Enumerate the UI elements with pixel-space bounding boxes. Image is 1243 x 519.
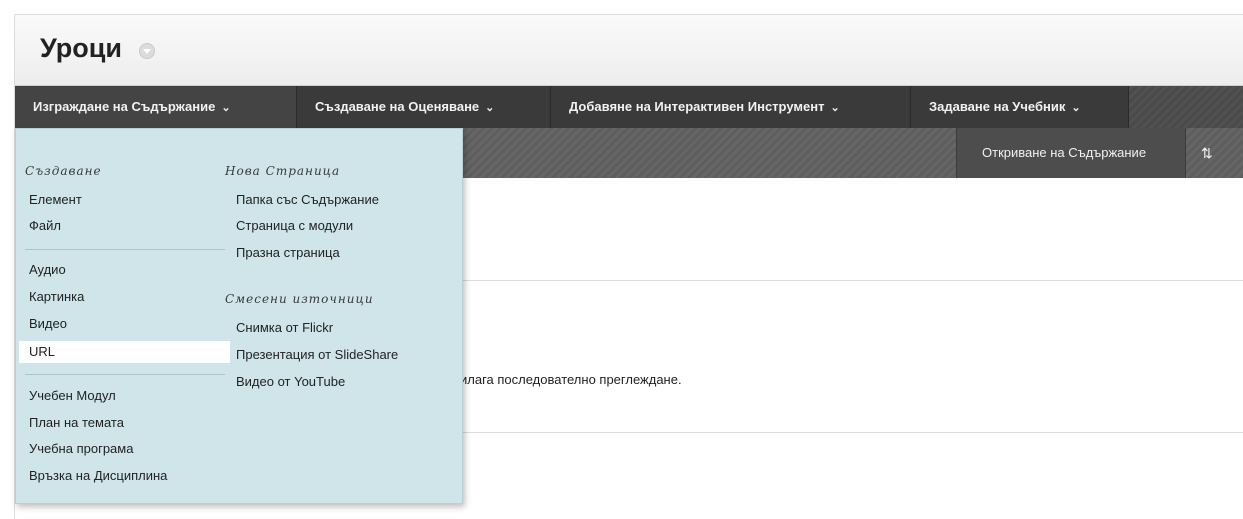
menu-separator [25, 374, 225, 375]
sort-icon[interactable]: ⇅ [1201, 128, 1213, 178]
chevron-down-icon: ⌄ [485, 102, 495, 114]
menu-item-audio[interactable]: Аудио [29, 259, 66, 281]
assign-textbook-label: Задаване на Учебник [929, 99, 1066, 114]
build-content-dropdown: Създаване Елемент Файл Аудио Картинка Ви… [15, 128, 463, 504]
menu-item-course-link[interactable]: Връзка на Дисциплина [29, 465, 167, 487]
build-content-label: Изграждане на Съдържание [33, 99, 216, 114]
create-assessment-menu[interactable]: Създаване на Оценяване ⌄ [297, 86, 551, 128]
page-shell: Уроци Изграждане на Съдържание ⌄ Създаван… [14, 14, 1243, 519]
menu-item-module-page[interactable]: Страница с модули [236, 215, 353, 237]
menu-item-file[interactable]: Файл [29, 215, 61, 237]
chevron-down-icon: ⌄ [221, 102, 231, 114]
menu-item-flickr-photo[interactable]: Снимка от Flickr [236, 317, 333, 339]
add-interactive-tool-label: Добавяне на Интерактивен Инструмент [569, 99, 825, 114]
add-interactive-tool-menu[interactable]: Добавяне на Интерактивен Инструмент ⌄ [551, 86, 911, 128]
chevron-down-icon: ⌄ [830, 102, 840, 114]
menu-item-learning-module[interactable]: Учебен Модул [29, 385, 116, 407]
title-bar: Уроци [15, 15, 1243, 86]
menu-item-video[interactable]: Видео [29, 313, 67, 335]
page-title: Уроци [40, 33, 122, 63]
chevron-down-icon[interactable] [139, 43, 155, 59]
chevron-down-icon: ⌄ [1071, 102, 1081, 114]
menu-item-url[interactable]: URL [19, 341, 230, 363]
new-page-heading: Нова Страница [225, 164, 341, 178]
menu-separator [25, 249, 225, 250]
menu-item-slideshare-presentation[interactable]: Презентация от SlideShare [236, 344, 398, 366]
menu-item-image[interactable]: Картинка [29, 286, 84, 308]
create-heading: Създаване [25, 164, 102, 178]
menu-item-youtube-video[interactable]: Видео от YouTube [236, 371, 345, 393]
mashups-heading: Смесени източници [225, 292, 374, 306]
menu-item-item[interactable]: Елемент [29, 189, 82, 211]
content-description: илага последователно преглеждане. [460, 372, 682, 387]
menu-item-syllabus[interactable]: Учебна програма [29, 438, 133, 460]
action-bar: Изграждане на Съдържание ⌄ Създаване на О… [15, 86, 1243, 128]
assign-textbook-menu[interactable]: Задаване на Учебник ⌄ [911, 86, 1129, 128]
create-assessment-label: Създаване на Оценяване [315, 99, 480, 114]
build-content-menu[interactable]: Изграждане на Съдържание ⌄ [15, 86, 297, 128]
menu-item-blank-page[interactable]: Празна страница [236, 242, 340, 264]
open-content-button[interactable]: Откриване на Съдържание [956, 128, 1186, 178]
menu-item-content-folder[interactable]: Папка със Съдържание [236, 189, 379, 211]
menu-item-lesson-plan[interactable]: План на темата [29, 412, 124, 434]
